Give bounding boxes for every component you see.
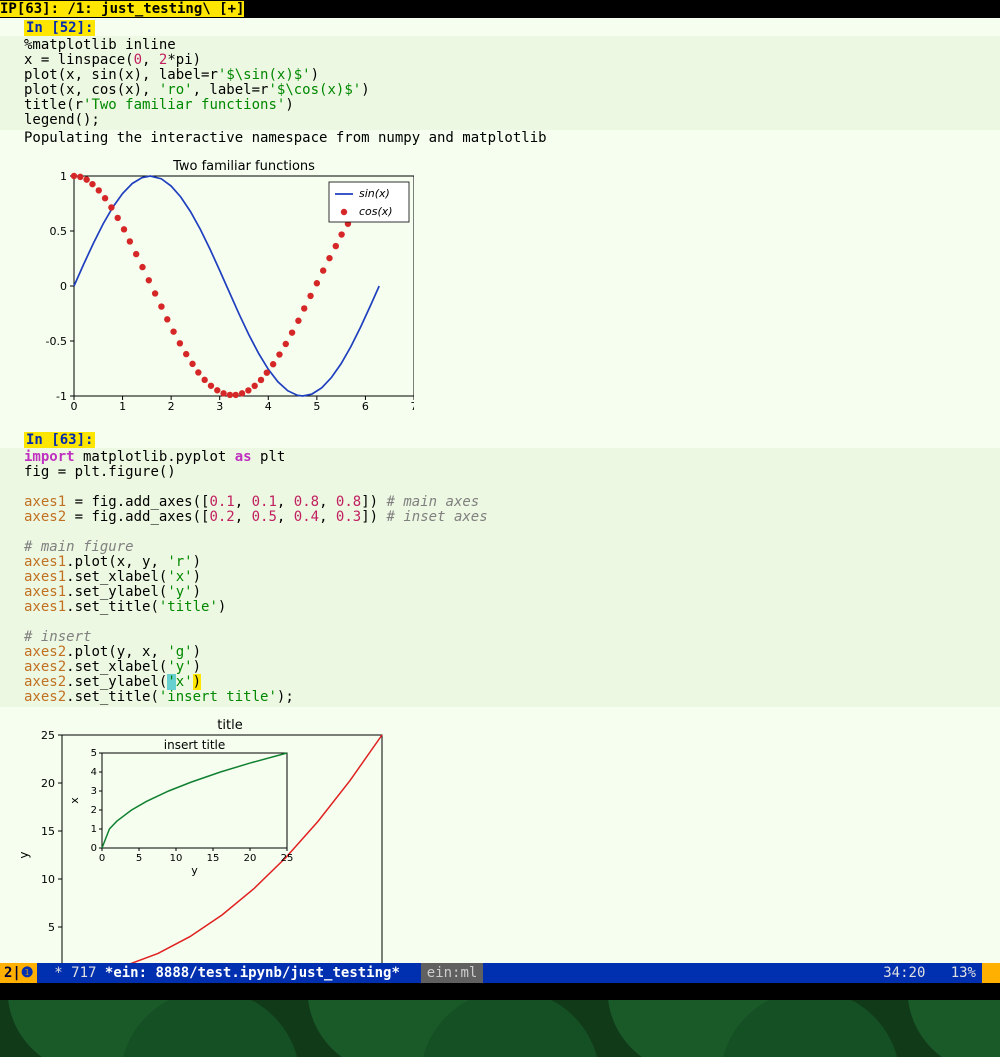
modeline-linenum: 717: [71, 963, 96, 983]
svg-text:10: 10: [170, 853, 183, 864]
code-cell-63[interactable]: import matplotlib.pyplot as plt fig = pl…: [0, 448, 1000, 707]
modeline-scroll-pct: 13%: [951, 963, 976, 983]
cell-prompt-63: In [63]:: [24, 432, 95, 448]
chart1-svg: Two familiar functions 0 1 2 3 4 5 6 7 -1 -0.5 0 0.5…: [24, 156, 414, 416]
svg-text:5: 5: [91, 748, 97, 759]
svg-text:sin(x): sin(x): [359, 187, 390, 200]
svg-text:title: title: [217, 718, 242, 733]
svg-text:3: 3: [216, 400, 223, 413]
code-cell-52[interactable]: %matplotlib inline x = linspace(0, 2*pi)…: [0, 36, 1000, 130]
svg-text:1: 1: [60, 170, 67, 183]
editor-window: IP[63]: /1: just_testing\ [+] In [52]: %…: [0, 0, 1000, 1000]
svg-text:0: 0: [99, 853, 105, 864]
svg-text:5: 5: [48, 921, 55, 934]
minibuffer[interactable]: [0, 983, 1000, 1000]
svg-text:cos(x): cos(x): [359, 205, 393, 218]
cell-prompt-52: In [52]:: [24, 20, 95, 36]
svg-text:3: 3: [91, 786, 97, 797]
chart-title-inset: title0123450510152025xyinsert title05101…: [0, 707, 1000, 963]
svg-text:-0.5: -0.5: [46, 335, 67, 348]
svg-text:0: 0: [91, 843, 97, 854]
svg-text:2: 2: [168, 400, 175, 413]
svg-text:insert title: insert title: [164, 738, 226, 752]
svg-text:4: 4: [91, 767, 97, 778]
svg-text:y: y: [191, 864, 198, 877]
svg-text:20: 20: [41, 777, 55, 790]
svg-text:x: x: [68, 797, 81, 804]
modeline-right-badge: [982, 963, 1000, 983]
svg-text:15: 15: [207, 853, 220, 864]
svg-text:Two familiar functions: Two familiar functions: [172, 159, 315, 174]
svg-text:0: 0: [71, 400, 78, 413]
cursor-region: ': [167, 674, 175, 690]
svg-text:25: 25: [281, 853, 294, 864]
svg-text:25: 25: [41, 729, 55, 742]
svg-text:0: 0: [60, 280, 67, 293]
svg-text:1: 1: [91, 824, 97, 835]
svg-text:5: 5: [136, 853, 142, 864]
buffer-content[interactable]: In [52]: %matplotlib inline x = linspace…: [0, 18, 1000, 963]
cell-52-stdout: Populating the interactive namespace fro…: [0, 130, 1000, 146]
svg-text:-1: -1: [56, 390, 67, 403]
code-line: %matplotlib inline: [24, 37, 176, 53]
svg-text:10: 10: [41, 873, 55, 886]
svg-text:2: 2: [91, 805, 97, 816]
svg-text:20: 20: [244, 853, 257, 864]
modeline: 2|❶ * 717 *ein: 8888/test.ipynb/just_tes…: [0, 963, 1000, 983]
svg-text:7: 7: [411, 400, 415, 413]
svg-text:4: 4: [265, 400, 272, 413]
modeline-badge: 2|❶: [0, 963, 37, 983]
modeline-cursor-pos: 34:20: [883, 963, 925, 983]
cursor: ): [193, 674, 201, 690]
modeline-star: *: [54, 963, 62, 983]
svg-text:y: y: [17, 851, 31, 858]
active-tab[interactable]: IP[63]: /1: just_testing\ [+]: [0, 1, 244, 17]
chart2-svg: title0123450510152025xyinsert title05101…: [10, 717, 410, 963]
tab-bar[interactable]: IP[63]: /1: just_testing\ [+]: [0, 0, 1000, 18]
svg-text:15: 15: [41, 825, 55, 838]
svg-text:0.5: 0.5: [50, 225, 68, 238]
svg-text:6: 6: [362, 400, 369, 413]
modeline-buffer-name[interactable]: *ein: 8888/test.ipynb/just_testing*: [105, 963, 400, 983]
modeline-major-mode[interactable]: ein:ml: [421, 963, 484, 983]
svg-text:5: 5: [313, 400, 320, 413]
svg-text:1: 1: [119, 400, 126, 413]
chart-two-familiar-functions: Two familiar functions 0 1 2 3 4 5 6 7 -1 -0.5 0 0.5…: [0, 146, 1000, 430]
